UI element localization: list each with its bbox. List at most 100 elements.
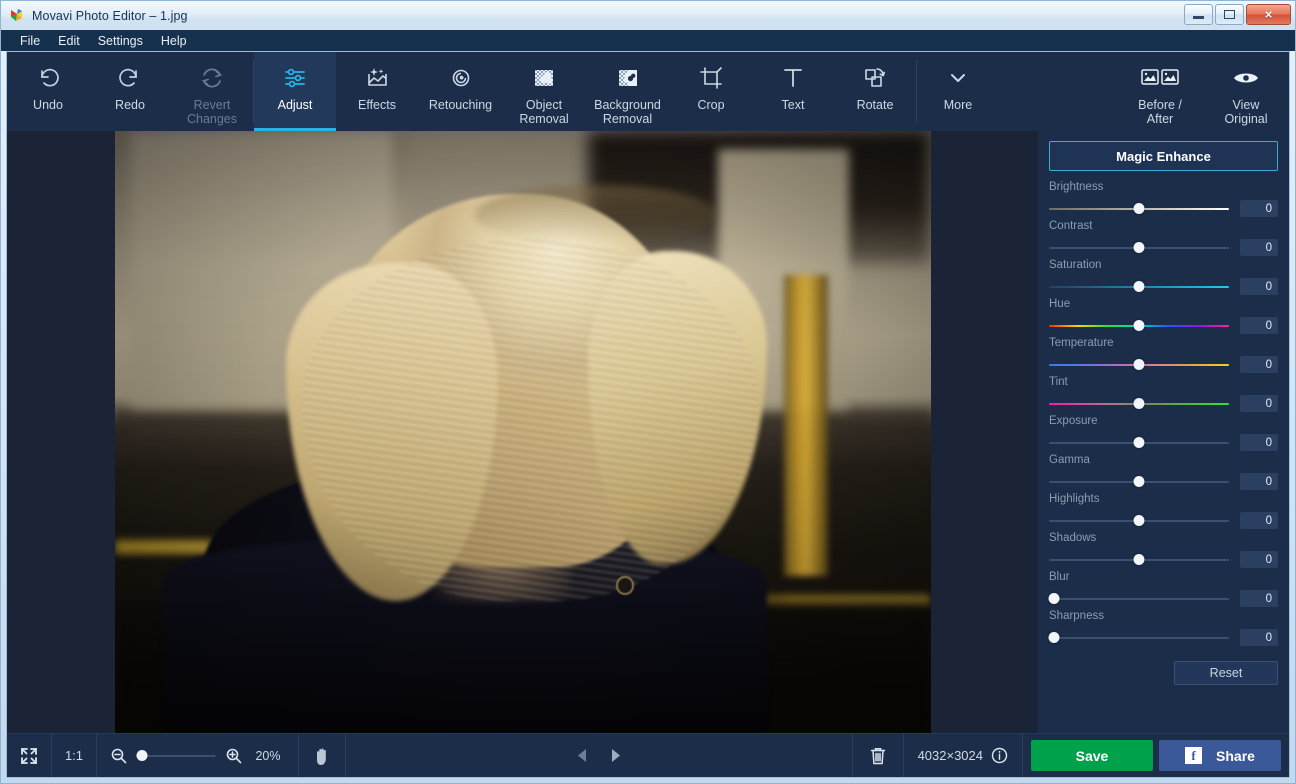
slider-highlights-track[interactable] [1049, 514, 1229, 528]
tab-effects[interactable]: Effects [336, 52, 418, 131]
slider-temperature-value[interactable]: 0 [1240, 356, 1278, 373]
menu-item-file[interactable]: File [11, 32, 49, 50]
image-canvas[interactable] [7, 131, 1038, 733]
slider-tint-knob[interactable] [1133, 398, 1145, 409]
slider-saturation-track[interactable] [1049, 280, 1229, 294]
slider-exposure-track[interactable] [1049, 436, 1229, 450]
slider-highlights: Highlights 0 [1049, 493, 1278, 529]
slider-saturation-value[interactable]: 0 [1240, 278, 1278, 295]
slider-gamma: Gamma 0 [1049, 454, 1278, 490]
slider-brightness-track[interactable] [1049, 202, 1229, 216]
slider-blur-knob[interactable] [1048, 593, 1060, 604]
slider-tint-track[interactable] [1049, 397, 1229, 411]
info-icon[interactable] [991, 747, 1008, 764]
fit-to-screen-button[interactable] [7, 734, 51, 778]
undo-label: Undo [33, 98, 63, 112]
slider-brightness-knob[interactable] [1133, 203, 1145, 214]
actual-size-button[interactable]: 1:1 [52, 734, 96, 778]
title-bar: Movavi Photo Editor – 1.jpg × [1, 1, 1295, 30]
share-button[interactable]: f Share [1159, 740, 1281, 771]
tab-background-removal[interactable]: Background Removal [585, 52, 670, 131]
slider-blur-label: Blur [1049, 571, 1070, 583]
slider-highlights-knob[interactable] [1133, 515, 1145, 526]
window-body: Undo Redo Revert Changes Adjust Effects … [6, 51, 1290, 778]
slider-gamma-value[interactable]: 0 [1240, 473, 1278, 490]
slider-sharpness-knob[interactable] [1048, 632, 1060, 643]
zoom-in-icon[interactable] [225, 747, 242, 764]
undo-button[interactable]: Undo [7, 52, 89, 131]
tab-object-removal-label-line1: Object [525, 98, 563, 112]
slider-blur: Blur 0 [1048, 571, 1278, 607]
share-label: Share [1216, 747, 1255, 764]
slider-temperature-knob[interactable] [1133, 359, 1145, 370]
text-icon [780, 63, 806, 93]
slider-exposure: Exposure 0 [1049, 415, 1278, 451]
magic-enhance-button[interactable]: Magic Enhance [1049, 141, 1278, 171]
before-after-button[interactable]: Before / After [1117, 52, 1203, 131]
redo-button[interactable]: Redo [89, 52, 171, 131]
hand-tool-button[interactable] [299, 734, 345, 778]
close-button[interactable]: × [1246, 4, 1291, 25]
slider-exposure-knob[interactable] [1133, 437, 1145, 448]
menu-item-help[interactable]: Help [152, 32, 196, 50]
window-controls: × [1184, 4, 1291, 25]
bottom-spacer-left [346, 734, 551, 778]
tab-text-label: Text [781, 98, 805, 112]
slider-shadows-value[interactable]: 0 [1240, 551, 1278, 568]
maximize-button[interactable] [1215, 4, 1244, 25]
chevron-down-icon [945, 63, 971, 93]
slider-saturation-knob[interactable] [1133, 281, 1145, 292]
slider-tint-value[interactable]: 0 [1240, 395, 1278, 412]
slider-gamma-knob[interactable] [1133, 476, 1145, 487]
slider-highlights-value[interactable]: 0 [1240, 512, 1278, 529]
slider-blur-value[interactable]: 0 [1240, 590, 1278, 607]
zoom-slider[interactable] [136, 749, 216, 763]
slider-temperature-label: Temperature [1049, 337, 1114, 349]
slider-temperature-track[interactable] [1049, 358, 1229, 372]
image-dimensions: 4032×3024 [917, 748, 983, 763]
movavi-logo-icon [9, 8, 25, 24]
tab-adjust[interactable]: Adjust [254, 52, 336, 131]
slider-sharpness-track[interactable] [1048, 631, 1229, 645]
image-navigation [551, 734, 647, 778]
photo-preview[interactable] [114, 131, 931, 733]
slider-hue-value[interactable]: 0 [1240, 317, 1278, 334]
slider-shadows-track[interactable] [1049, 553, 1229, 567]
slider-blur-track[interactable] [1048, 592, 1229, 606]
trash-icon [869, 746, 887, 766]
slider-shadows-knob[interactable] [1133, 554, 1145, 565]
revert-changes-button[interactable]: Revert Changes [171, 52, 253, 131]
slider-temperature: Temperature 0 [1049, 337, 1278, 373]
more-tools-button[interactable]: More [917, 52, 999, 131]
revert-changes-label-line1: Revert [193, 98, 231, 112]
slider-hue-track[interactable] [1049, 319, 1229, 333]
zoom-slider-knob[interactable] [136, 750, 148, 761]
slider-gamma-track[interactable] [1049, 475, 1229, 489]
zoom-out-icon[interactable] [110, 747, 127, 764]
slider-sharpness-value[interactable]: 0 [1240, 629, 1278, 646]
minimize-button[interactable] [1184, 4, 1213, 25]
slider-contrast-knob[interactable] [1133, 242, 1145, 253]
retouching-icon [448, 63, 474, 93]
previous-image-icon[interactable] [575, 748, 588, 763]
redo-label: Redo [115, 98, 145, 112]
slider-contrast-track[interactable] [1049, 241, 1229, 255]
tab-crop[interactable]: Crop [670, 52, 752, 131]
save-button[interactable]: Save [1031, 740, 1153, 771]
tab-retouching[interactable]: Retouching [418, 52, 503, 131]
slider-hue-knob[interactable] [1133, 320, 1145, 331]
adjust-sliders-icon [282, 63, 308, 93]
view-original-button[interactable]: View Original [1203, 52, 1289, 131]
menu-item-edit[interactable]: Edit [49, 32, 89, 50]
slider-contrast-value[interactable]: 0 [1240, 239, 1278, 256]
slider-brightness-value[interactable]: 0 [1240, 200, 1278, 217]
tab-object-removal[interactable]: Object Removal [503, 52, 585, 131]
menu-item-settings[interactable]: Settings [89, 32, 152, 50]
delete-image-button[interactable] [853, 734, 903, 778]
tab-rotate[interactable]: Rotate [834, 52, 916, 131]
undo-icon [35, 63, 61, 93]
tab-text[interactable]: Text [752, 52, 834, 131]
next-image-icon[interactable] [610, 748, 623, 763]
reset-button[interactable]: Reset [1174, 661, 1278, 685]
slider-exposure-value[interactable]: 0 [1240, 434, 1278, 451]
